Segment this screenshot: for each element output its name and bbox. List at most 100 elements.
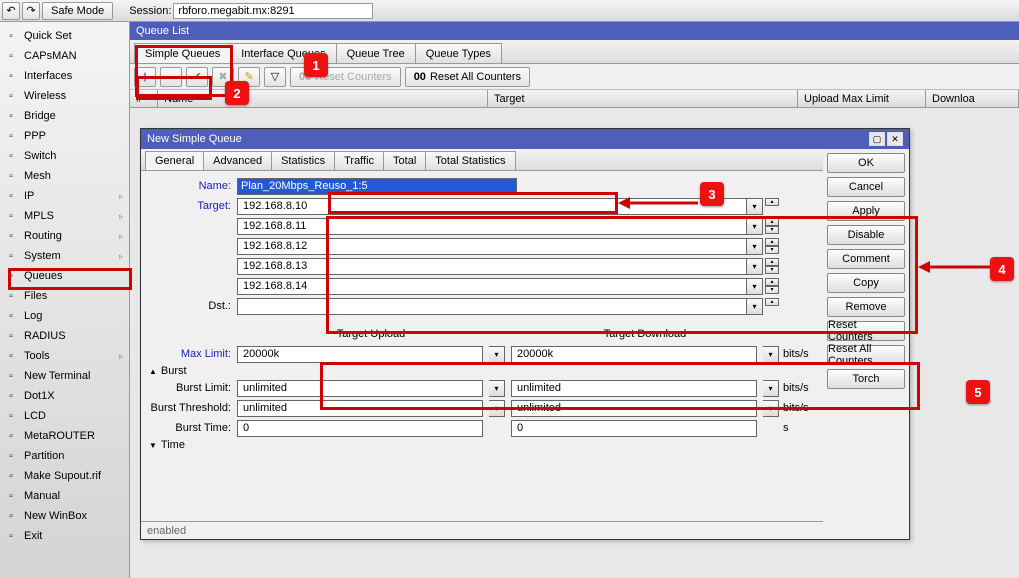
copy-button[interactable]: Copy <box>827 273 905 293</box>
target-dropdown-0[interactable]: ▾ <box>747 198 763 215</box>
dst-dropdown[interactable]: ▾ <box>747 298 763 315</box>
dlg-tab-general[interactable]: General <box>145 151 204 170</box>
reset-counters-button[interactable]: Reset Counters <box>827 321 905 341</box>
cancel-button[interactable]: Cancel <box>827 177 905 197</box>
remove-button[interactable]: — <box>160 67 182 87</box>
remove-button[interactable]: Remove <box>827 297 905 317</box>
enable-button[interactable]: ✔ <box>186 67 208 87</box>
col-num[interactable]: # <box>130 90 158 107</box>
target-up-3[interactable]: ▴ <box>765 258 779 266</box>
tab-interface-queues[interactable]: Interface Queues <box>230 43 336 63</box>
dlg-tab-advanced[interactable]: Advanced <box>203 151 272 170</box>
redo-button[interactable]: ↷ <box>22 2 40 20</box>
max-limit-down-input[interactable] <box>511 346 757 363</box>
dlg-tab-statistics[interactable]: Statistics <box>271 151 335 170</box>
dlg-tab-total[interactable]: Total <box>383 151 426 170</box>
target-up-0[interactable]: ▴ <box>765 198 779 206</box>
disable-button[interactable]: Disable <box>827 225 905 245</box>
sidebar-item-dot1x[interactable]: ▫Dot1X <box>0 386 129 406</box>
dst-up[interactable]: ▴ <box>765 298 779 306</box>
burst-thr-down-dd[interactable]: ▾ <box>763 400 779 417</box>
target-dropdown-2[interactable]: ▾ <box>747 238 763 255</box>
filter-button[interactable]: ▽ <box>264 67 286 87</box>
reset-all-counters-button[interactable]: Reset All Counters <box>827 345 905 365</box>
sidebar-item-metarouter[interactable]: ▫MetaROUTER <box>0 426 129 446</box>
dlg-tab-total-statistics[interactable]: Total Statistics <box>425 151 515 170</box>
max-limit-down-dd[interactable]: ▾ <box>763 346 779 363</box>
burst-limit-down-dd[interactable]: ▾ <box>763 380 779 397</box>
target-down-2[interactable]: ▾ <box>765 246 779 254</box>
target-dropdown-4[interactable]: ▾ <box>747 278 763 295</box>
name-input[interactable]: Plan_20Mbps_Reuso_1:5 <box>237 178 517 195</box>
apply-button[interactable]: Apply <box>827 201 905 221</box>
sidebar-item-queues[interactable]: ▫Queues <box>0 266 129 286</box>
section-time[interactable]: ▼ Time <box>149 439 815 451</box>
sidebar-item-routing[interactable]: ▫Routing▹ <box>0 226 129 246</box>
tab-queue-types[interactable]: Queue Types <box>415 43 502 63</box>
col-target[interactable]: Target <box>488 90 798 107</box>
sidebar-item-lcd[interactable]: ▫LCD <box>0 406 129 426</box>
dlg-tab-traffic[interactable]: Traffic <box>334 151 384 170</box>
col-download-max[interactable]: Downloa <box>926 90 1019 107</box>
col-name[interactable]: Name <box>158 90 488 107</box>
tab-queue-tree[interactable]: Queue Tree <box>336 43 416 63</box>
target-down-4[interactable]: ▾ <box>765 286 779 294</box>
disable-button[interactable]: ✖ <box>212 67 234 87</box>
dst-input[interactable] <box>237 298 747 315</box>
add-button[interactable]: ＋ <box>134 67 156 87</box>
safe-mode-button[interactable]: Safe Mode <box>42 2 113 20</box>
target-down-1[interactable]: ▾ <box>765 226 779 234</box>
sidebar-item-bridge[interactable]: ▫Bridge <box>0 106 129 126</box>
sidebar-item-mpls[interactable]: ▫MPLS▹ <box>0 206 129 226</box>
target-dropdown-3[interactable]: ▾ <box>747 258 763 275</box>
sidebar-item-wireless[interactable]: ▫Wireless <box>0 86 129 106</box>
burst-time-up-input[interactable] <box>237 420 483 437</box>
sidebar-item-make-supout-rif[interactable]: ▫Make Supout.rif <box>0 466 129 486</box>
burst-limit-down-input[interactable] <box>511 380 757 397</box>
ok-button[interactable]: OK <box>827 153 905 173</box>
reset-counters-button[interactable]: 00 Reset Counters <box>290 67 401 87</box>
sidebar-item-quick-set[interactable]: ▫Quick Set <box>0 26 129 46</box>
sidebar-item-capsman[interactable]: ▫CAPsMAN <box>0 46 129 66</box>
burst-time-down-input[interactable] <box>511 420 757 437</box>
sidebar-item-partition[interactable]: ▫Partition <box>0 446 129 466</box>
sidebar-item-switch[interactable]: ▫Switch <box>0 146 129 166</box>
sidebar-item-interfaces[interactable]: ▫Interfaces <box>0 66 129 86</box>
sidebar-item-manual[interactable]: ▫Manual <box>0 486 129 506</box>
undo-button[interactable]: ↶ <box>2 2 20 20</box>
target-up-4[interactable]: ▴ <box>765 278 779 286</box>
target-down-3[interactable]: ▾ <box>765 266 779 274</box>
tab-simple-queues[interactable]: Simple Queues <box>134 43 231 63</box>
reset-all-counters-button[interactable]: 00 Reset All Counters <box>405 67 530 87</box>
section-burst[interactable]: ▲ Burst <box>149 365 815 377</box>
burst-thr-down-input[interactable] <box>511 400 757 417</box>
comment-button[interactable]: ✎ <box>238 67 260 87</box>
dialog-close-button[interactable]: ✕ <box>887 132 903 146</box>
target-up-2[interactable]: ▴ <box>765 238 779 246</box>
target-input-3[interactable] <box>237 258 747 275</box>
burst-limit-up-input[interactable] <box>237 380 483 397</box>
sidebar-item-system[interactable]: ▫System▹ <box>0 246 129 266</box>
target-input-1[interactable] <box>237 218 747 235</box>
target-up-1[interactable]: ▴ <box>765 218 779 226</box>
target-input-0[interactable] <box>237 198 747 215</box>
sidebar-item-exit[interactable]: ▫Exit <box>0 526 129 546</box>
burst-limit-up-dd[interactable]: ▾ <box>489 380 505 397</box>
max-limit-up-dd[interactable]: ▾ <box>489 346 505 363</box>
max-limit-up-input[interactable] <box>237 346 483 363</box>
sidebar-item-new-winbox[interactable]: ▫New WinBox <box>0 506 129 526</box>
sidebar-item-ip[interactable]: ▫IP▹ <box>0 186 129 206</box>
sidebar-item-log[interactable]: ▫Log <box>0 306 129 326</box>
dialog-minimize-button[interactable]: ▢ <box>869 132 885 146</box>
target-dropdown-1[interactable]: ▾ <box>747 218 763 235</box>
sidebar-item-radius[interactable]: ▫RADIUS <box>0 326 129 346</box>
burst-thr-up-dd[interactable]: ▾ <box>489 400 505 417</box>
target-input-4[interactable] <box>237 278 747 295</box>
sidebar-item-tools[interactable]: ▫Tools▹ <box>0 346 129 366</box>
col-upload-max[interactable]: Upload Max Limit <box>798 90 926 107</box>
burst-thr-up-input[interactable] <box>237 400 483 417</box>
sidebar-item-files[interactable]: ▫Files <box>0 286 129 306</box>
sidebar-item-mesh[interactable]: ▫Mesh <box>0 166 129 186</box>
torch-button[interactable]: Torch <box>827 369 905 389</box>
sidebar-item-new-terminal[interactable]: ▫New Terminal <box>0 366 129 386</box>
